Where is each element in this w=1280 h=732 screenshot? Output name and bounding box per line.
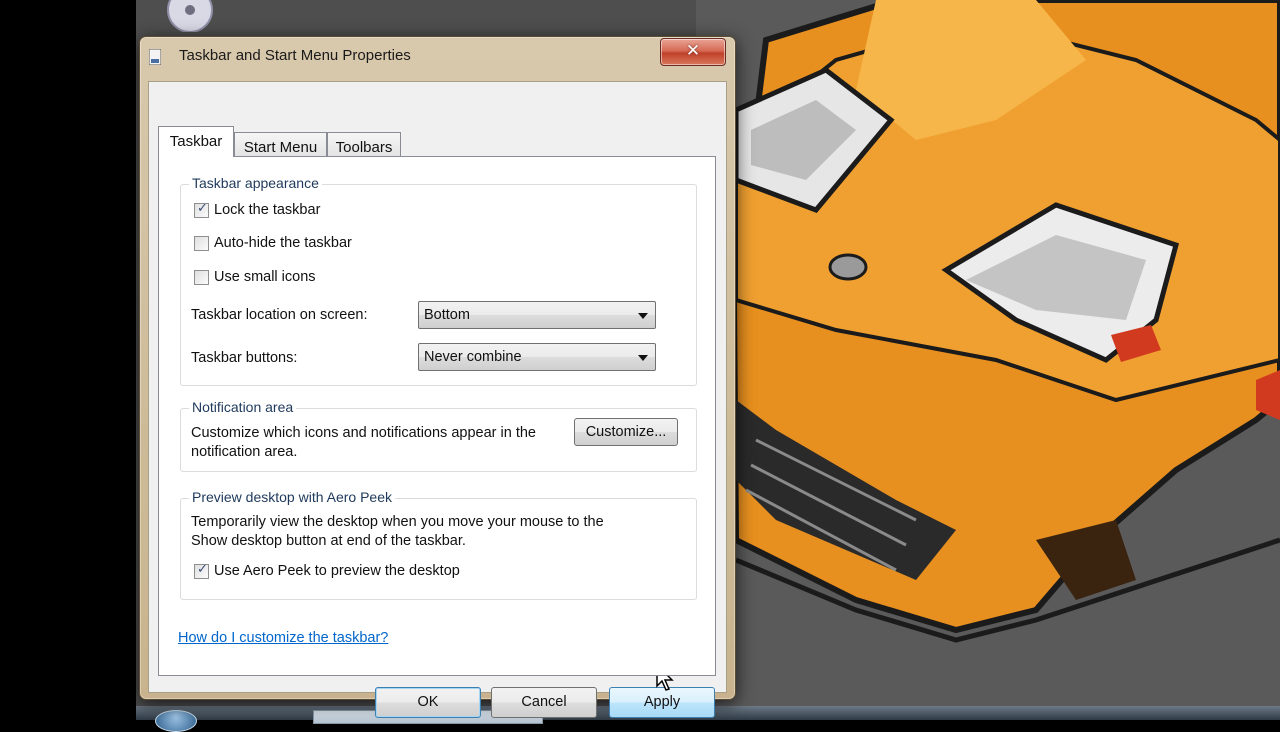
aero-peek-description-1: Temporarily view the desktop when you mo… [191,514,604,530]
taskbar-tab-pane: Taskbar appearance ✓ Lock the taskbar Au… [158,156,716,676]
cd-icon[interactable] [160,0,218,32]
aero-peek-checkbox[interactable]: ✓ [194,562,209,579]
title-bar[interactable]: Taskbar and Start Menu Properties ✕ [140,37,735,73]
taskbar-buttons-value: Never combine [424,349,522,365]
lock-taskbar-label[interactable]: Lock the taskbar [214,202,320,218]
taskbar-appearance-title: Taskbar appearance [189,175,322,191]
small-icons-checkbox[interactable] [194,270,209,285]
ok-button[interactable]: OK [375,687,481,718]
help-link[interactable]: How do I customize the taskbar? [178,630,388,646]
chevron-down-icon [638,313,648,319]
tab-taskbar[interactable]: Taskbar [158,126,234,157]
notification-description-2: notification area. [191,444,298,460]
location-value: Bottom [424,307,470,323]
auto-hide-label[interactable]: Auto-hide the taskbar [214,235,352,251]
aero-peek-title: Preview desktop with Aero Peek [189,489,395,505]
tab-toolbars[interactable]: Toolbars [327,132,401,157]
notification-description-1: Customize which icons and notifications … [191,425,536,441]
checkmark-icon: ✓ [197,201,208,216]
aero-peek-label[interactable]: Use Aero Peek to preview the desktop [214,563,460,579]
close-icon: ✕ [685,41,701,61]
start-orb-icon[interactable] [155,710,197,732]
properties-dialog: Taskbar and Start Menu Properties ✕ Task… [139,36,736,718]
notification-area-title: Notification area [189,399,297,415]
taskbar-buttons-label: Taskbar buttons: [191,350,298,366]
dialog-client-area: Taskbar Start Menu Toolbars Taskbar appe… [148,81,727,718]
window-title: Taskbar and Start Menu Properties [179,47,411,64]
close-button[interactable]: ✕ [660,38,726,66]
cancel-button[interactable]: Cancel [491,687,597,718]
location-dropdown[interactable]: Bottom [418,301,656,329]
lock-taskbar-checkbox[interactable]: ✓ [194,201,209,218]
location-label: Taskbar location on screen: [191,307,368,323]
auto-hide-checkbox[interactable] [194,236,209,251]
taskbar-buttons-dropdown[interactable]: Never combine [418,343,656,371]
checkmark-icon: ✓ [197,562,208,577]
customize-button[interactable]: Customize... [574,418,678,446]
window-icon [149,49,161,65]
chevron-down-icon [638,355,648,361]
tab-start-menu[interactable]: Start Menu [234,132,327,157]
aero-peek-description-2: Show desktop button at end of the taskba… [191,533,466,549]
small-icons-label[interactable]: Use small icons [214,269,316,285]
